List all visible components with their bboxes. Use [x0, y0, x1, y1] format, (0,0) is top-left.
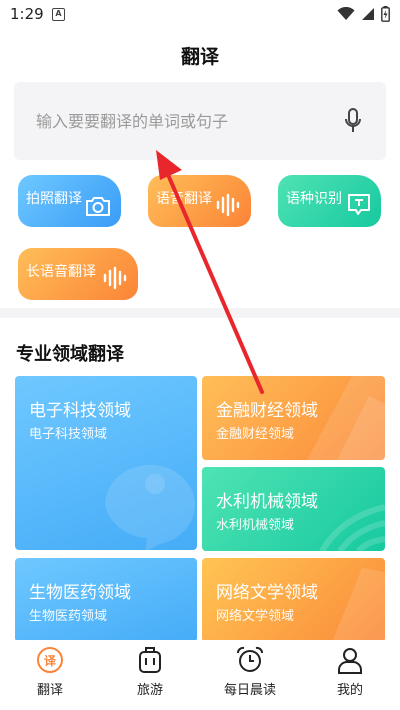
chat-bubble-decoration-icon: [105, 465, 195, 550]
domain-subtitle: 生物医药领域: [29, 609, 108, 624]
status-bar: 1:29 A: [0, 0, 400, 30]
voice-translate-label: 语音翻译: [156, 191, 212, 207]
domain-card-electronics[interactable]: 电子科技领域 电子科技领域: [15, 376, 197, 550]
status-time: 1:29: [10, 5, 44, 23]
domain-card-web-literature[interactable]: 网络文学领域 网络文学领域: [202, 558, 385, 642]
domain-section-title: 专业领域翻译: [16, 344, 124, 365]
bottom-nav: 译 翻译 旅游 每日晨读 我的: [0, 640, 400, 710]
domain-subtitle: 网络文学领域: [216, 609, 295, 624]
language-detect-button[interactable]: 语种识别: [278, 175, 381, 227]
status-indicators: [337, 6, 390, 22]
domain-subtitle: 水利机械领域: [216, 518, 295, 533]
signal-icon: [362, 8, 374, 20]
section-divider: [0, 308, 400, 318]
nav-label: 翻译: [36, 683, 63, 698]
language-detect-label: 语种识别: [286, 191, 342, 207]
luggage-icon: [135, 645, 165, 675]
search-box[interactable]: [14, 82, 386, 160]
photo-translate-button[interactable]: 拍照翻译: [18, 175, 121, 227]
photo-translate-label: 拍照翻译: [26, 191, 82, 207]
svg-text:译: 译: [44, 654, 57, 668]
battery-icon: [381, 6, 390, 22]
wifi-icon: [337, 7, 355, 20]
book-decoration-icon: [332, 568, 385, 642]
nav-item-morning-read[interactable]: 每日晨读: [200, 640, 300, 710]
microphone-icon[interactable]: [344, 108, 362, 138]
nav-item-translate[interactable]: 译 翻译: [0, 640, 100, 710]
soundwave-icon: [102, 266, 128, 294]
user-icon: [335, 645, 365, 675]
domain-title: 电子科技领域: [29, 401, 131, 421]
nav-label: 旅游: [136, 683, 163, 698]
soundwave-icon: [215, 193, 241, 221]
translate-icon: 译: [35, 645, 65, 675]
nav-label: 我的: [336, 683, 363, 698]
domain-subtitle: 电子科技领域: [29, 427, 108, 442]
voice-translate-button[interactable]: 语音翻译: [148, 175, 251, 227]
nav-item-profile[interactable]: 我的: [300, 640, 400, 710]
domain-title: 生物医药领域: [29, 583, 131, 603]
notification-icon: A: [52, 8, 65, 21]
page-title: 翻译: [180, 46, 219, 68]
domain-title: 网络文学领域: [216, 583, 318, 603]
domain-title: 金融财经领域: [216, 401, 318, 421]
search-input[interactable]: [14, 82, 334, 160]
domain-card-hydraulic[interactable]: 水利机械领域 水利机械领域: [202, 467, 385, 551]
text-bubble-icon: [347, 193, 371, 221]
alarm-clock-icon: [235, 645, 265, 675]
long-voice-translate-button[interactable]: 长语音翻译: [18, 248, 138, 300]
domain-title: 水利机械领域: [216, 492, 318, 512]
domain-card-finance[interactable]: 金融财经领域 金融财经领域: [202, 376, 385, 460]
nav-item-travel[interactable]: 旅游: [100, 640, 200, 710]
camera-icon: [85, 195, 111, 221]
domain-card-biomedicine[interactable]: 生物医药领域 生物医药领域: [15, 558, 197, 642]
nav-label: 每日晨读: [223, 683, 276, 698]
wave-decoration-icon: [319, 504, 385, 551]
long-voice-translate-label: 长语音翻译: [26, 264, 96, 280]
domain-subtitle: 金融财经领域: [216, 427, 295, 442]
